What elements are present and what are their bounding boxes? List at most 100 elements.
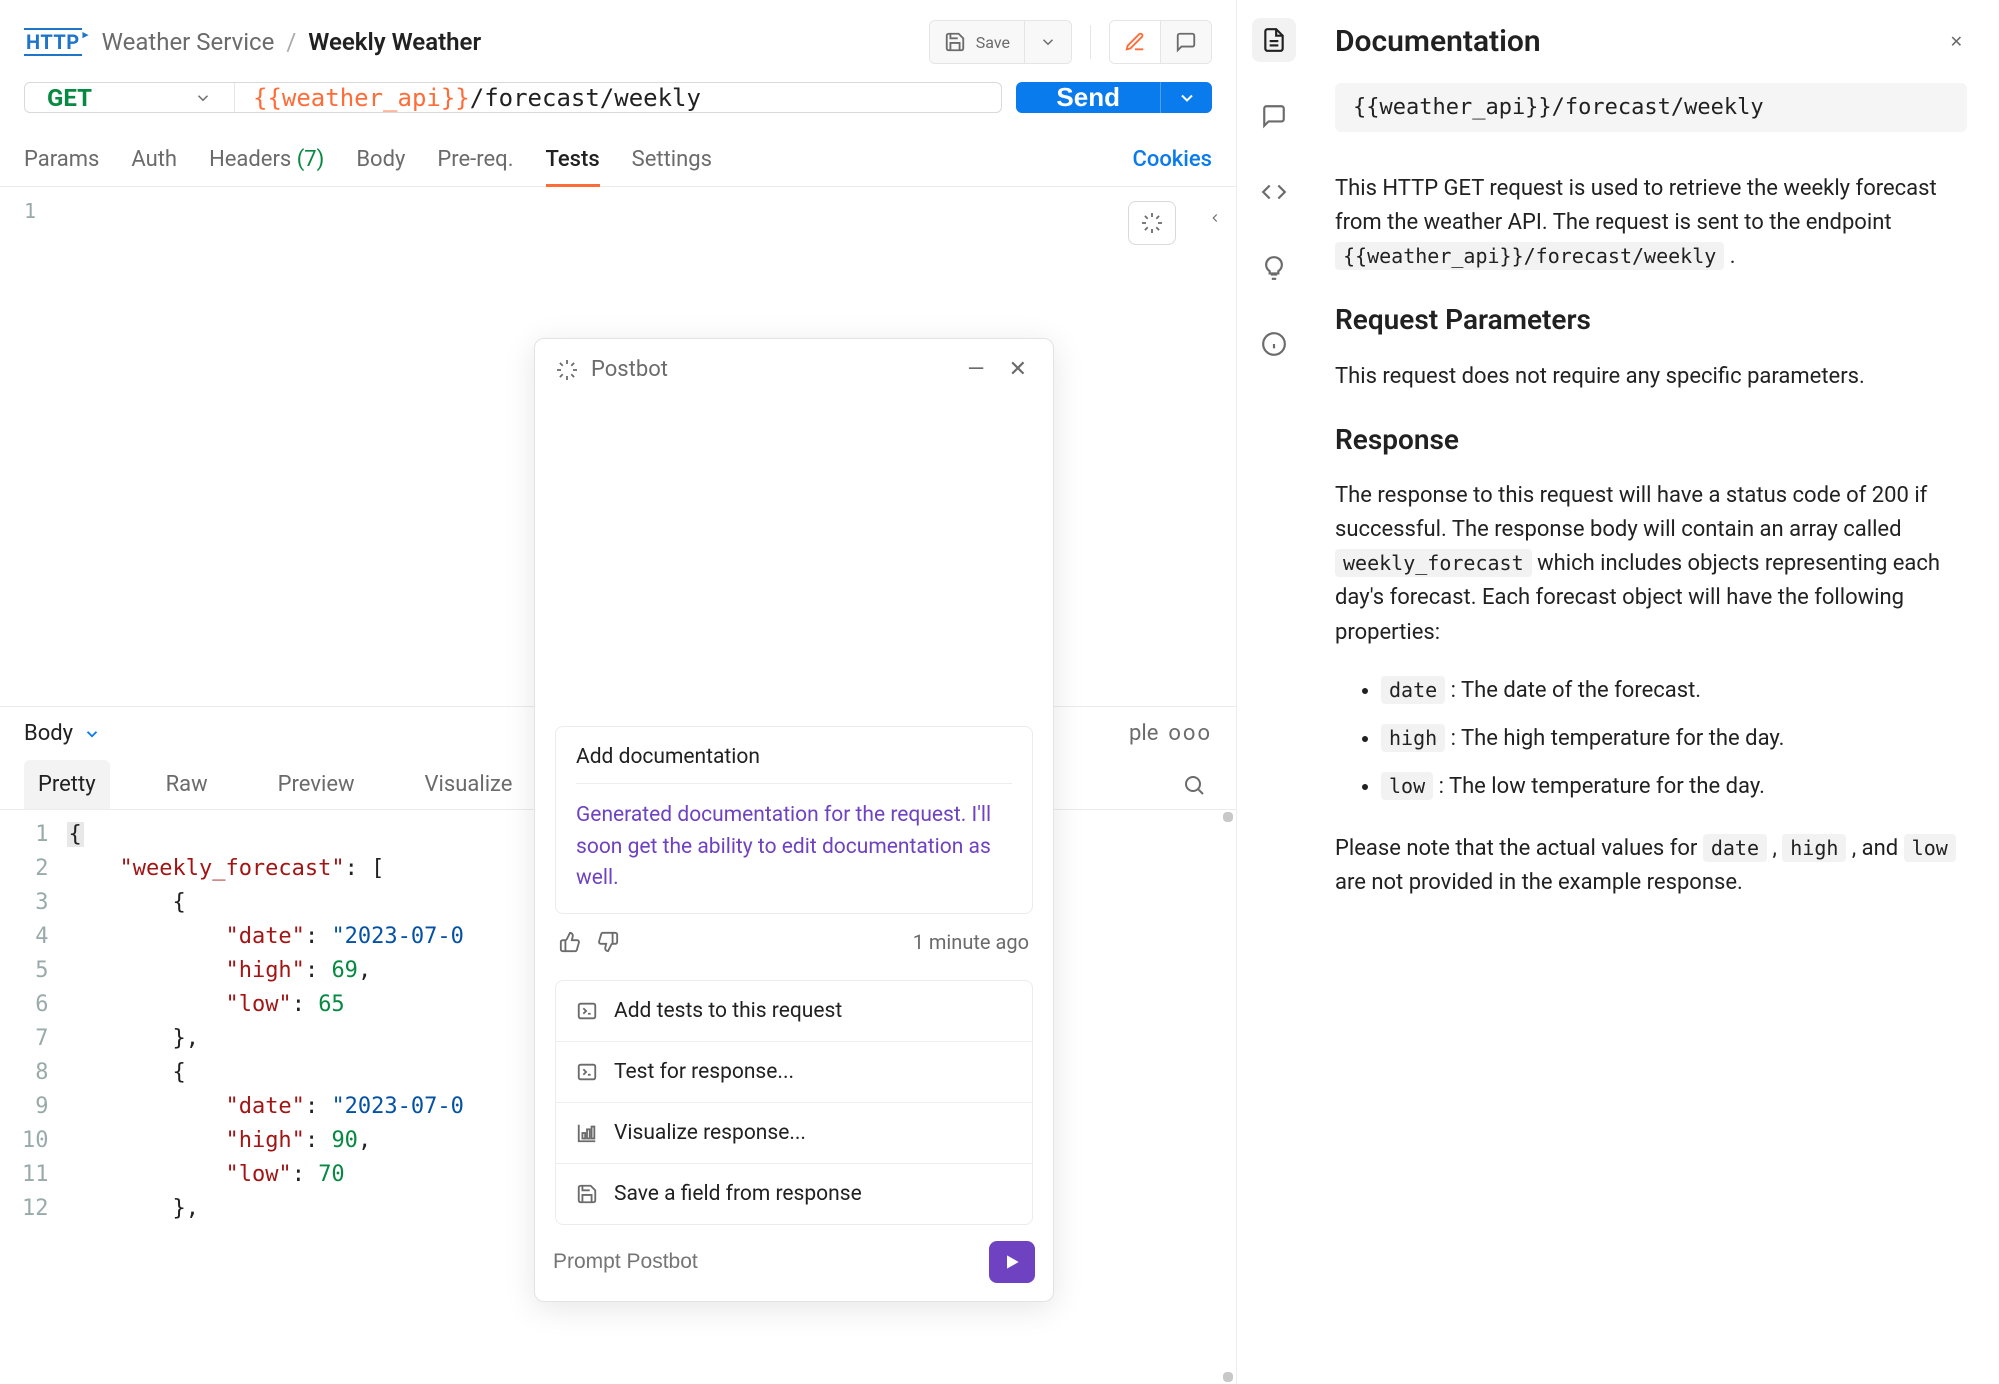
comments-button[interactable]: [1161, 21, 1211, 63]
chart-icon: [576, 1122, 598, 1144]
save-icon: [576, 1183, 598, 1205]
chevron-down-icon: [1177, 88, 1197, 108]
comment-icon: [1261, 103, 1287, 129]
rail-comments[interactable]: [1252, 94, 1296, 138]
thumbs-up-icon: [559, 931, 581, 953]
doc-note: Please note that the actual values for d…: [1335, 832, 1967, 900]
chevron-down-icon[interactable]: [83, 725, 101, 743]
tab-body[interactable]: Body: [356, 137, 405, 186]
breadcrumb-parent[interactable]: Weather Service: [102, 28, 275, 56]
info-icon: [1261, 331, 1287, 357]
send-button[interactable]: Send: [1016, 82, 1160, 113]
doc-intro-code: {{weather_api}}/forecast/weekly: [1335, 242, 1724, 270]
postbot-timestamp: 1 minute ago: [913, 930, 1029, 954]
doc-prop-date: date : The date of the forecast.: [1381, 674, 1967, 708]
resp-tab-raw[interactable]: Raw: [152, 760, 222, 809]
tab-headers[interactable]: Headers (7): [209, 137, 324, 186]
cookies-link[interactable]: Cookies: [1132, 137, 1212, 186]
close-button[interactable]: ✕: [1003, 355, 1033, 384]
doc-response-text: The response to this request will have a…: [1335, 479, 1967, 649]
doc-params-text: This request does not require any specif…: [1335, 360, 1967, 394]
play-icon: [1002, 1252, 1022, 1272]
thumbs-down-button[interactable]: [597, 931, 619, 953]
thumbs-down-icon: [597, 931, 619, 953]
resp-tab-visualize[interactable]: Visualize: [411, 760, 527, 809]
save-label: Save: [976, 33, 1010, 52]
search-icon: [1182, 773, 1206, 797]
suggestion-label: Add tests to this request: [614, 999, 842, 1023]
terminal-icon: [576, 1061, 598, 1083]
suggestion-label: Save a field from response: [614, 1182, 862, 1206]
doc-url: {{weather_api}}/forecast/weekly: [1335, 83, 1967, 132]
resp-tab-pretty[interactable]: Pretty: [24, 760, 110, 809]
close-documentation[interactable]: ✕: [1946, 28, 1967, 55]
postbot-card-title: Add documentation: [576, 745, 1012, 769]
save-button[interactable]: Save: [930, 21, 1025, 63]
postbot-title: Postbot: [591, 357, 668, 382]
chevron-down-icon: [1039, 33, 1057, 51]
suggestion-visualize[interactable]: Visualize response...: [556, 1102, 1032, 1163]
headers-count: (7): [297, 147, 325, 172]
url-variable: {{weather_api}}: [253, 84, 470, 112]
doc-prop-high: high : The high temperature for the day.: [1381, 722, 1967, 756]
rail-code[interactable]: [1252, 170, 1296, 214]
minimap[interactable]: [1218, 810, 1236, 1384]
pencil-icon: [1124, 31, 1146, 53]
rail-documentation[interactable]: [1252, 18, 1296, 62]
comment-icon: [1175, 31, 1197, 53]
postbot-card-message: Generated documentation for the request.…: [576, 783, 1012, 895]
chevron-down-icon: [194, 89, 212, 107]
tab-params[interactable]: Params: [24, 137, 99, 186]
toolbar-divider: [1090, 25, 1091, 59]
thumbs-up-button[interactable]: [559, 931, 581, 953]
doc-prop-low: low : The low temperature for the day.: [1381, 770, 1967, 804]
doc-response-code: weekly_forecast: [1335, 549, 1532, 577]
url-input[interactable]: {{weather_api}}/forecast/weekly: [235, 83, 1001, 112]
postbot-toggle[interactable]: [1128, 201, 1176, 245]
lightbulb-icon: [1261, 255, 1287, 281]
tab-headers-label: Headers: [209, 147, 291, 172]
suggestion-save-field[interactable]: Save a field from response: [556, 1163, 1032, 1224]
method-select[interactable]: GET: [25, 83, 235, 112]
save-button-group: Save: [929, 20, 1072, 64]
collapse-left-icon[interactable]: [1208, 207, 1222, 229]
tab-prereq[interactable]: Pre-req.: [437, 137, 513, 186]
tab-auth[interactable]: Auth: [131, 137, 177, 186]
code-content: { "weekly_forecast": [ { "date": "2023-0…: [67, 818, 464, 1226]
sparkle-icon: [555, 358, 579, 382]
doc-heading-response: Response: [1335, 418, 1967, 461]
http-badge-icon: HTTP▸: [24, 28, 82, 56]
save-dropdown[interactable]: [1025, 21, 1071, 63]
minimize-button[interactable]: —: [961, 355, 990, 384]
terminal-icon: [576, 1000, 598, 1022]
postbot-result-card: Add documentation Generated documentatio…: [555, 726, 1033, 914]
search-response[interactable]: [1176, 767, 1212, 803]
suggestion-label: Test for response...: [614, 1060, 794, 1084]
response-section-label[interactable]: Body: [24, 721, 73, 746]
sparkle-icon: [1140, 211, 1164, 235]
suggestion-add-tests[interactable]: Add tests to this request: [556, 981, 1032, 1041]
url-path: /forecast/weekly: [470, 84, 701, 112]
doc-heading-params: Request Parameters: [1335, 298, 1967, 341]
rail-info[interactable]: [1252, 322, 1296, 366]
tab-settings[interactable]: Settings: [632, 137, 712, 186]
suggestion-test-response[interactable]: Test for response...: [556, 1041, 1032, 1102]
resp-tab-preview[interactable]: Preview: [264, 760, 369, 809]
breadcrumb: Weather Service / Weekly Weather: [102, 28, 917, 56]
line-numbers: 123456789101112: [22, 818, 67, 1226]
editor-line-number: 1: [24, 199, 36, 223]
tab-tests[interactable]: Tests: [546, 137, 600, 186]
postbot-panel: Postbot — ✕ Add documentation Generated …: [534, 338, 1054, 1302]
code-icon: [1261, 179, 1287, 205]
postbot-prompt-input[interactable]: [553, 1250, 977, 1274]
edit-button[interactable]: [1110, 21, 1161, 63]
postbot-run-button[interactable]: [989, 1241, 1035, 1283]
doc-title: Documentation: [1335, 24, 1541, 59]
suggestion-label: Visualize response...: [614, 1121, 806, 1145]
more-actions[interactable]: ooo: [1168, 721, 1212, 746]
method-label: GET: [47, 84, 92, 112]
doc-intro: This HTTP GET request is used to retriev…: [1335, 172, 1967, 274]
rail-lightbulb[interactable]: [1252, 246, 1296, 290]
send-dropdown[interactable]: [1160, 82, 1212, 113]
breadcrumb-current: Weekly Weather: [308, 28, 481, 56]
